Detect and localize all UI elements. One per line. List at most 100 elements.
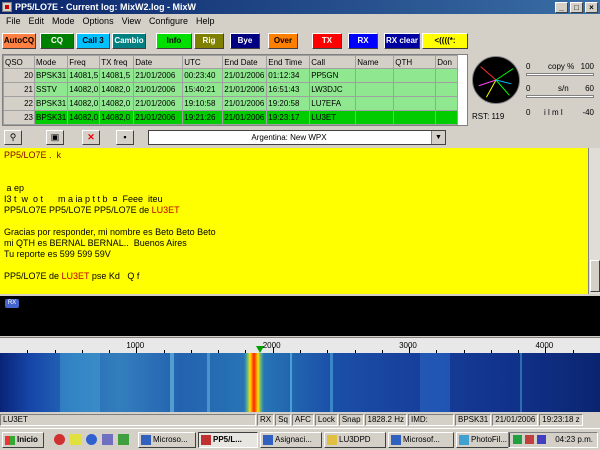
- status-time: 19:23:18 z: [539, 413, 583, 426]
- tx-rx-badge: RX: [5, 299, 19, 308]
- minimize-button[interactable]: _: [555, 1, 568, 13]
- menu-mode[interactable]: Mode: [48, 16, 79, 26]
- column-header[interactable]: TX freq: [99, 55, 135, 69]
- receive-text-window[interactable]: PP5/LO7E . k a ep I3 t w o t m a ia p t t…: [0, 148, 588, 294]
- taskbar-task[interactable]: Asignaci...: [260, 432, 322, 448]
- rx-text-segment: PP5/LO7E de: [4, 271, 62, 281]
- delete-icon[interactable]: ✕: [82, 130, 100, 145]
- column-header[interactable]: Call: [309, 55, 357, 69]
- taskbar-task[interactable]: PhotoFil...: [456, 432, 510, 448]
- rx-text-line: Gracias por responder, mi nombre es Beto…: [4, 227, 584, 238]
- qso-table-header: QSO Mode Freq TX freq Date UTC End Date End Tim…: [3, 55, 459, 69]
- rx-scroll-thumb[interactable]: [590, 260, 600, 292]
- callsign-highlight[interactable]: LU3ET: [62, 271, 90, 281]
- start-button[interactable]: Inicio: [2, 432, 44, 448]
- macro-button-call-3[interactable]: Call 3: [76, 33, 110, 49]
- column-header[interactable]: UTC: [182, 55, 224, 69]
- rx-text-line: [4, 161, 584, 172]
- table-cell-end-time: 01:12:34: [266, 68, 311, 83]
- macro-button-info[interactable]: Info: [156, 33, 192, 49]
- taskbar-task[interactable]: Microso...: [138, 432, 196, 448]
- quicklaunch-icon-5[interactable]: [118, 434, 129, 445]
- sn-max: 60: [585, 84, 594, 93]
- rx-text-segment: PP5/LO7E . k: [4, 150, 62, 160]
- rx-scrollbar[interactable]: [588, 148, 600, 294]
- quicklaunch-icon-4[interactable]: [102, 434, 113, 445]
- save-icon[interactable]: ▪: [116, 130, 134, 145]
- title-bar[interactable]: PP5/LO7E - Current log: MixW2.log - MixW…: [0, 0, 600, 14]
- menu-edit[interactable]: Edit: [25, 16, 49, 26]
- maximize-button[interactable]: □: [570, 1, 583, 13]
- table-cell-end-date: 21/01/2006: [222, 96, 268, 111]
- table-row[interactable]: 21 SSTV 14082,0 14082,0 21/01/2006 15:40:21 21…: [3, 82, 459, 97]
- table-cell-qso: 23: [3, 110, 35, 125]
- rx-text-line: [4, 260, 584, 271]
- status-mode[interactable]: BPSK31: [454, 413, 492, 426]
- table-cell-empty: [393, 110, 437, 125]
- taskbar-task[interactable]: Microsof...: [388, 432, 454, 448]
- imd-max: -40: [582, 108, 594, 117]
- table-row[interactable]: 20 BPSK31 14081,5 14081,5 21/01/2006 00:23:40…: [3, 68, 459, 83]
- rx-text-segment: pse Kd Q f: [89, 271, 140, 281]
- table-row[interactable]: 23 BPSK31 14082,0 14082,0 21/01/2006 19:21:26…: [3, 110, 459, 125]
- quicklaunch-icon-2[interactable]: [70, 434, 81, 445]
- taskbar-task[interactable]: LU3DPD: [324, 432, 386, 448]
- taskbar-task[interactable]: PP5/L...: [198, 432, 258, 448]
- table-row[interactable]: 22 BPSK31 14082,0 14082,0 21/01/2006 19:10:58…: [3, 96, 459, 111]
- quicklaunch-icon-1[interactable]: [54, 434, 65, 445]
- waterfall-display[interactable]: [0, 353, 600, 412]
- status-rx[interactable]: RX: [257, 413, 275, 426]
- quicklaunch-icon-3[interactable]: [86, 434, 97, 445]
- column-header[interactable]: Don: [435, 55, 459, 69]
- menu-file[interactable]: File: [2, 16, 25, 26]
- chevron-down-icon[interactable]: ▼: [431, 131, 445, 144]
- macro-button-rig[interactable]: Rig: [194, 33, 224, 49]
- macro-button-autocq[interactable]: AutoCQ: [2, 33, 36, 49]
- table-cell-qso: 22: [3, 96, 35, 111]
- task-app-icon: [201, 435, 211, 445]
- macro-button-[interactable]: <((((*:: [422, 33, 468, 49]
- menu-configure[interactable]: Configure: [145, 16, 192, 26]
- tray-icon-blue[interactable]: [537, 435, 546, 444]
- macro-button-over[interactable]: Over: [268, 33, 298, 49]
- rx-text-segment: Tu reporte es 599 599 59V: [4, 249, 111, 259]
- rx-text-line: mi QTH es BERNAL BERNAL.. Buenos Aires: [4, 238, 584, 249]
- status-imd: IMD:: [407, 413, 454, 426]
- binoculars-icon[interactable]: ⚲: [4, 130, 22, 145]
- macro-button-cq[interactable]: CQ: [40, 33, 74, 49]
- ruler-label: 2000: [262, 341, 281, 350]
- column-header[interactable]: Mode: [33, 55, 69, 69]
- transmit-text-window[interactable]: RX: [0, 296, 600, 336]
- sn-bar: [526, 95, 594, 98]
- close-button[interactable]: ×: [585, 1, 598, 13]
- column-header[interactable]: Name: [355, 55, 395, 69]
- menu-view[interactable]: View: [118, 16, 145, 26]
- status-lock[interactable]: Lock: [314, 413, 338, 426]
- column-header[interactable]: End Date: [222, 55, 268, 69]
- table-cell-empty: [355, 96, 395, 111]
- macro-button-rx[interactable]: RX: [348, 33, 378, 49]
- status-snap[interactable]: Snap: [338, 413, 364, 426]
- macro-button-rx-clear[interactable]: RX clear: [384, 33, 420, 49]
- rx-text-line: PP5/LO7E PP5/LO7E PP5/LO7E de LU3ET: [4, 205, 584, 216]
- macro-button-cambio[interactable]: Cambio: [112, 33, 146, 49]
- table-cell-end-date: 21/01/2006: [222, 82, 268, 97]
- table-cell-txfreq: 14082,0: [99, 110, 135, 125]
- task-label: Asignaci...: [275, 435, 312, 444]
- callsign-highlight[interactable]: LU3ET: [152, 205, 180, 215]
- tray-icon-red[interactable]: [525, 435, 534, 444]
- status-afc[interactable]: AFC: [291, 413, 314, 426]
- menu-help[interactable]: Help: [192, 16, 219, 26]
- macro-button-tx[interactable]: TX: [312, 33, 342, 49]
- tray-icon-excel[interactable]: [513, 435, 522, 444]
- contest-select[interactable]: Argentina: New WPX ▼: [148, 130, 446, 145]
- grab-icon[interactable]: ▣: [46, 130, 64, 145]
- column-header[interactable]: QTH: [393, 55, 437, 69]
- column-header[interactable]: Date: [133, 55, 184, 69]
- menu-options[interactable]: Options: [79, 16, 118, 26]
- column-header[interactable]: QSO: [3, 55, 35, 69]
- column-header[interactable]: End Time: [266, 55, 311, 69]
- macro-button-bye[interactable]: Bye: [230, 33, 260, 49]
- status-sq[interactable]: Sq: [275, 413, 291, 426]
- column-header[interactable]: Freq: [67, 55, 101, 69]
